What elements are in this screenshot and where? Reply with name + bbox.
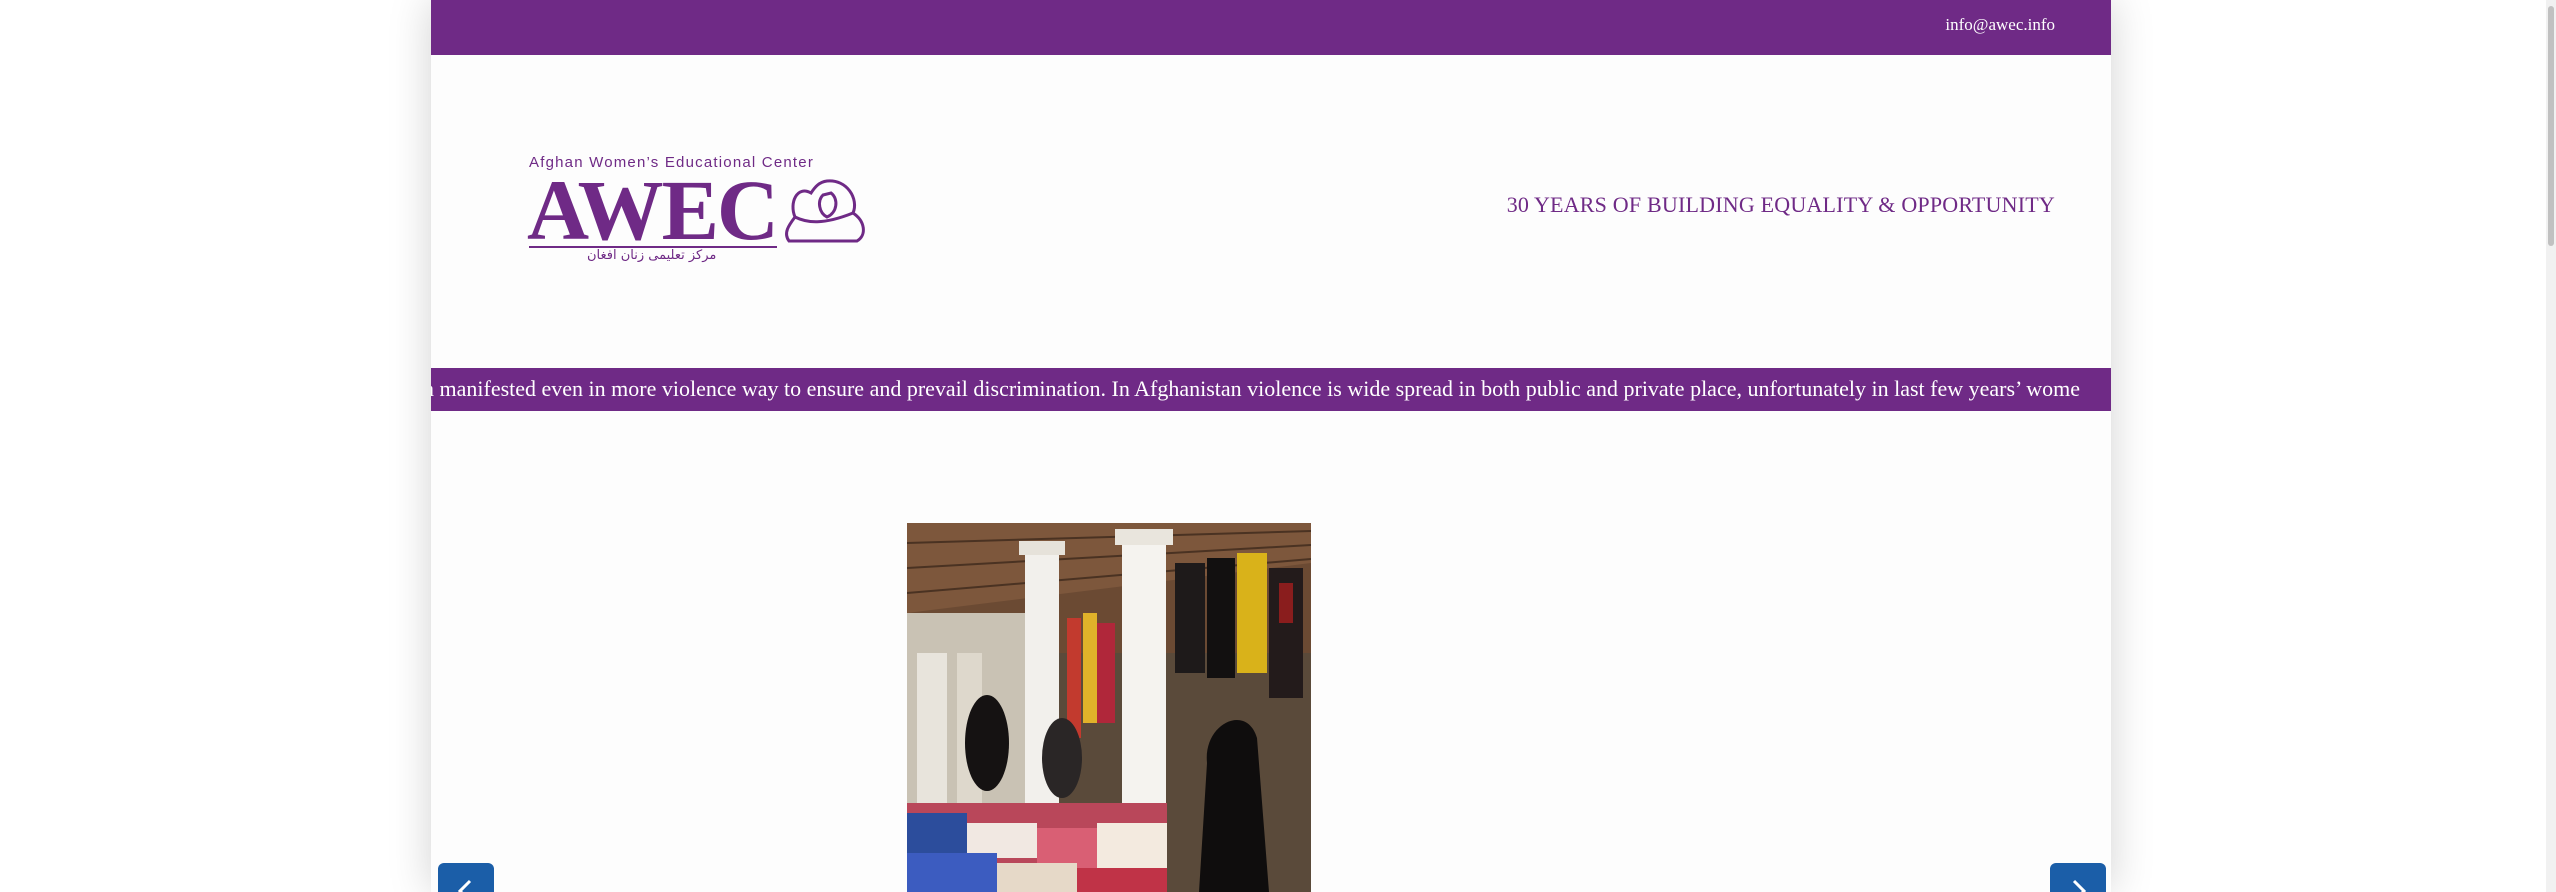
page-scrollbar[interactable]: [2546, 0, 2556, 892]
site-tagline: 30 YEARS OF BUILDING EQUALITY & OPPORTUN…: [1506, 192, 2055, 217]
slider-prev-button[interactable]: [438, 863, 494, 892]
chevron-left-icon: [457, 879, 472, 892]
awec-logo[interactable]: Afghan Women’s Educational Center AWEC م…: [527, 155, 871, 265]
slider-next-button[interactable]: [2050, 863, 2106, 892]
image-slider: [431, 411, 2111, 892]
news-ticker: n manifested even in more violence way t…: [431, 368, 2111, 411]
logo-figure-icon: [785, 179, 865, 243]
page-container: info@awec.info Afghan Women’s Educationa…: [431, 0, 2111, 892]
ticker-text: n manifested even in more violence way t…: [431, 376, 2081, 401]
top-bar: info@awec.info: [431, 0, 2111, 55]
email-link[interactable]: info@awec.info: [1945, 15, 2055, 35]
chevron-right-icon: [2072, 879, 2087, 892]
logo-main-text: AWEC: [527, 162, 777, 258]
scrollbar-thumb[interactable]: [2548, 6, 2554, 246]
slide-photo[interactable]: [907, 523, 1311, 892]
site-header: Afghan Women’s Educational Center AWEC م…: [431, 55, 2111, 368]
logo-persian-text: مرکز تعلیمی زنان افغان: [587, 248, 716, 263]
